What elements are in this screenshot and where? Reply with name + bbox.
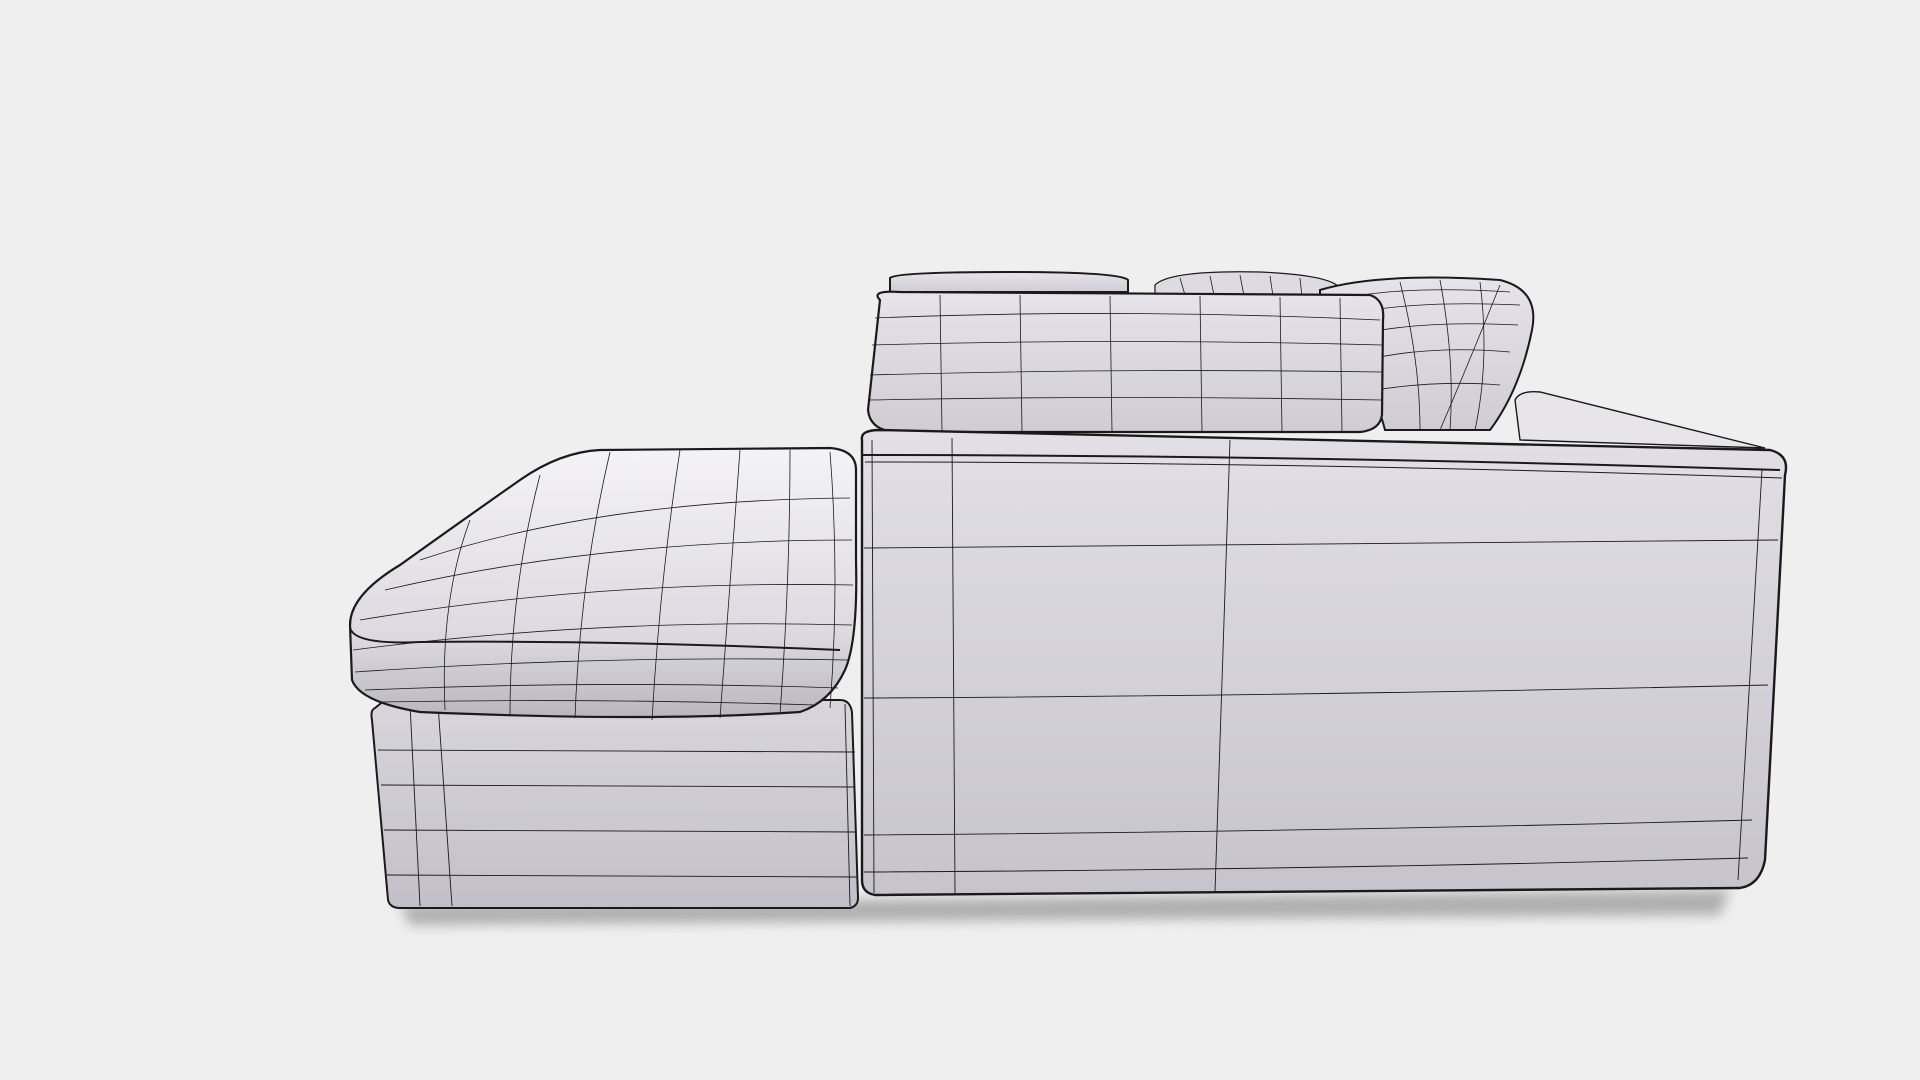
render-viewport bbox=[0, 0, 1920, 1080]
armrest-panel bbox=[860, 390, 1788, 897]
chaise-section bbox=[348, 446, 860, 909]
sofa-wireframe-render bbox=[348, 270, 1788, 925]
back-cushions bbox=[866, 270, 1535, 434]
